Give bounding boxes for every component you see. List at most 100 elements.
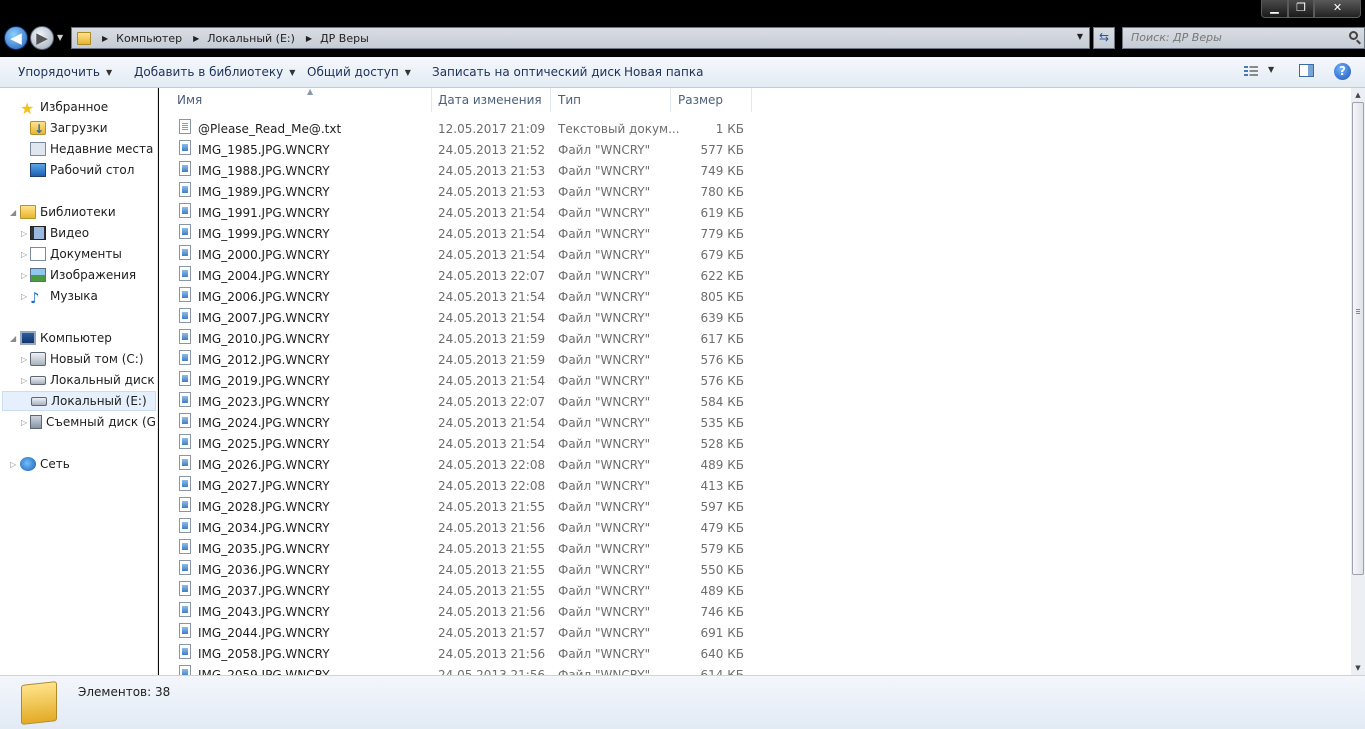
file-row[interactable]: IMG_2026.JPG.WNCRY 24.05.2013 22:08 Файл "… — [171, 455, 751, 476]
sidebar-item-drive-e[interactable]: Локальный (E:) — [2, 391, 156, 411]
expand-arrow-icon[interactable]: ◢ — [10, 334, 16, 343]
sidebar-item-music[interactable]: ♪ Музыка — [30, 286, 98, 306]
file-row[interactable]: IMG_2044.JPG.WNCRY 24.05.2013 21:57 Файл "… — [171, 623, 751, 644]
file-type: Файл "WNCRY" — [558, 311, 651, 325]
file-row[interactable]: IMG_2028.JPG.WNCRY 24.05.2013 21:55 Файл "… — [171, 497, 751, 518]
breadcrumb-current-folder[interactable]: ДР Веры — [320, 32, 369, 45]
file-row[interactable]: IMG_2012.JPG.WNCRY 24.05.2013 21:59 Файл "… — [171, 350, 751, 371]
recent-pages-dropdown[interactable]: ▼ — [57, 33, 63, 42]
file-row[interactable]: IMG_2025.JPG.WNCRY 24.05.2013 21:54 Файл "… — [171, 434, 751, 455]
file-size: 679 КБ — [700, 248, 744, 262]
column-header-name[interactable]: Имя ▲ — [169, 88, 432, 112]
file-name: IMG_2024.JPG.WNCRY — [198, 416, 330, 430]
scroll-up-arrow-icon[interactable]: ▲ — [1351, 88, 1365, 102]
file-row[interactable]: IMG_2004.JPG.WNCRY 24.05.2013 22:07 Файл "… — [171, 266, 751, 287]
file-row[interactable]: IMG_2043.JPG.WNCRY 24.05.2013 21:56 Файл "… — [171, 602, 751, 623]
image-file-icon — [179, 560, 191, 575]
sidebar-favorites[interactable]: ★ Избранное — [20, 97, 108, 117]
back-button[interactable]: ◀ — [4, 26, 28, 50]
file-row[interactable]: IMG_2035.JPG.WNCRY 24.05.2013 21:55 Файл "… — [171, 539, 751, 560]
address-bar[interactable]: ▶ Компьютер ▶ Локальный (E:) ▶ ДР Веры ▼ — [71, 27, 1090, 49]
file-date: 24.05.2013 21:59 — [438, 332, 546, 346]
file-row[interactable]: IMG_1991.JPG.WNCRY 24.05.2013 21:54 Файл "… — [171, 203, 751, 224]
sidebar-item-desktop[interactable]: Рабочий стол — [30, 160, 134, 180]
file-size: 528 КБ — [700, 437, 744, 451]
sidebar-item-documents[interactable]: Документы — [30, 244, 122, 264]
add-to-library-button[interactable]: Добавить в библиотеку ▼ — [134, 65, 295, 79]
hard-drive-icon — [30, 376, 46, 385]
file-name: IMG_2025.JPG.WNCRY — [198, 437, 330, 451]
column-header-type[interactable]: Тип — [550, 88, 671, 112]
sidebar-network[interactable]: Сеть — [20, 454, 70, 474]
sidebar-item-drive-g[interactable]: Съемный диск (G:) — [30, 412, 157, 432]
file-row[interactable]: IMG_2000.JPG.WNCRY 24.05.2013 21:54 Файл "… — [171, 245, 751, 266]
file-type: Файл "WNCRY" — [558, 374, 651, 388]
expand-arrow-icon[interactable]: ▷ — [21, 229, 27, 238]
file-row[interactable]: IMG_1999.JPG.WNCRY 24.05.2013 21:54 Файл "… — [171, 224, 751, 245]
file-row[interactable]: IMG_2007.JPG.WNCRY 24.05.2013 21:54 Файл "… — [171, 308, 751, 329]
file-row[interactable]: IMG_1988.JPG.WNCRY 24.05.2013 21:53 Файл "… — [171, 161, 751, 182]
scrollbar-thumb[interactable] — [1352, 102, 1364, 575]
vertical-scrollbar[interactable]: ▲ ▼ — [1351, 88, 1365, 675]
expand-arrow-icon[interactable]: ◢ — [10, 208, 16, 217]
sidebar-item-recent-places[interactable]: Недавние места — [30, 139, 153, 159]
share-button[interactable]: Общий доступ ▼ — [307, 65, 411, 79]
preview-pane-icon[interactable] — [1299, 64, 1314, 77]
maximize-button[interactable]: ❐ — [1288, 0, 1314, 18]
column-header-size[interactable]: Размер — [670, 88, 752, 112]
organize-button[interactable]: Упорядочить ▼ — [18, 65, 112, 79]
file-size: 780 КБ — [700, 185, 744, 199]
file-row[interactable]: IMG_2036.JPG.WNCRY 24.05.2013 21:55 Файл "… — [171, 560, 751, 581]
chevron-down-icon[interactable]: ▼ — [1268, 65, 1274, 74]
file-row[interactable]: IMG_2010.JPG.WNCRY 24.05.2013 21:59 Файл "… — [171, 329, 751, 350]
new-folder-button[interactable]: Новая папка — [624, 65, 703, 79]
burn-button[interactable]: Записать на оптический диск — [432, 65, 621, 79]
expand-arrow-icon[interactable]: ▷ — [21, 250, 27, 259]
expand-arrow-icon[interactable]: ▷ — [21, 271, 27, 280]
sidebar-item-drive-c[interactable]: Новый том (C:) — [30, 349, 144, 369]
scroll-down-arrow-icon[interactable]: ▼ — [1351, 661, 1365, 675]
file-date: 24.05.2013 21:54 — [438, 290, 546, 304]
file-row[interactable]: @Please_Read_Me@.txt 12.05.2017 21:09 Текс… — [171, 119, 751, 140]
image-file-icon — [179, 665, 191, 675]
file-row[interactable]: IMG_2058.JPG.WNCRY 24.05.2013 21:56 Файл "… — [171, 644, 751, 665]
expand-arrow-icon[interactable]: ▷ — [10, 460, 16, 469]
expand-arrow-icon[interactable]: ▷ — [21, 418, 27, 427]
file-row[interactable]: IMG_1985.JPG.WNCRY 24.05.2013 21:52 Файл "… — [171, 140, 751, 161]
breadcrumb-drive-e[interactable]: Локальный (E:) — [207, 32, 295, 45]
file-size: 617 КБ — [700, 332, 744, 346]
expand-arrow-icon[interactable]: ▷ — [21, 376, 27, 385]
help-icon[interactable]: ? — [1334, 63, 1351, 80]
sidebar-computer[interactable]: Компьютер — [20, 328, 112, 348]
file-row[interactable]: IMG_2024.JPG.WNCRY 24.05.2013 21:54 Файл "… — [171, 413, 751, 434]
search-icon[interactable] — [1349, 31, 1358, 40]
minimize-button[interactable]: ▁ — [1261, 0, 1288, 18]
file-row[interactable]: IMG_2059.JPG.WNCRY 24.05.2013 21:56 Файл "… — [171, 665, 751, 675]
file-row[interactable]: IMG_2037.JPG.WNCRY 24.05.2013 21:55 Файл "… — [171, 581, 751, 602]
chevron-right-icon[interactable]: ▶ — [102, 34, 108, 43]
chevron-down-icon[interactable]: ▼ — [1077, 32, 1083, 41]
file-row[interactable]: IMG_2027.JPG.WNCRY 24.05.2013 22:08 Файл "… — [171, 476, 751, 497]
chevron-right-icon[interactable]: ▶ — [306, 34, 312, 43]
sidebar-item-pictures[interactable]: Изображения — [30, 265, 136, 285]
forward-button[interactable]: ▶ — [30, 26, 54, 50]
breadcrumb-computer[interactable]: Компьютер — [116, 32, 182, 45]
close-button[interactable]: ✕ — [1314, 0, 1361, 18]
sidebar-item-downloads[interactable]: Загрузки — [30, 118, 108, 139]
file-row[interactable]: IMG_1989.JPG.WNCRY 24.05.2013 21:53 Файл "… — [171, 182, 751, 203]
sidebar-libraries[interactable]: Библиотеки — [20, 202, 116, 222]
column-header-date[interactable]: Дата изменения — [430, 88, 551, 112]
file-row[interactable]: IMG_2023.JPG.WNCRY 24.05.2013 22:07 Файл "… — [171, 392, 751, 413]
expand-arrow-icon[interactable]: ▷ — [21, 292, 27, 301]
chevron-right-icon[interactable]: ▶ — [193, 34, 199, 43]
search-input[interactable]: Поиск: ДР Веры — [1122, 27, 1365, 49]
file-row[interactable]: IMG_2034.JPG.WNCRY 24.05.2013 21:56 Файл "… — [171, 518, 751, 539]
expand-arrow-icon[interactable]: ▷ — [21, 355, 27, 364]
sidebar-item-video[interactable]: Видео — [30, 223, 89, 243]
refresh-button[interactable]: ⇆ — [1093, 27, 1115, 49]
file-row[interactable]: IMG_2019.JPG.WNCRY 24.05.2013 21:54 Файл "… — [171, 371, 751, 392]
sidebar-item-drive-d[interactable]: Локальный диск (D — [30, 370, 157, 390]
view-options-icon[interactable] — [1244, 66, 1258, 77]
file-row[interactable]: IMG_2006.JPG.WNCRY 24.05.2013 21:54 Файл "… — [171, 287, 751, 308]
file-list: Имя ▲ Дата изменения Тип Размер @Please_R… — [159, 88, 1351, 675]
